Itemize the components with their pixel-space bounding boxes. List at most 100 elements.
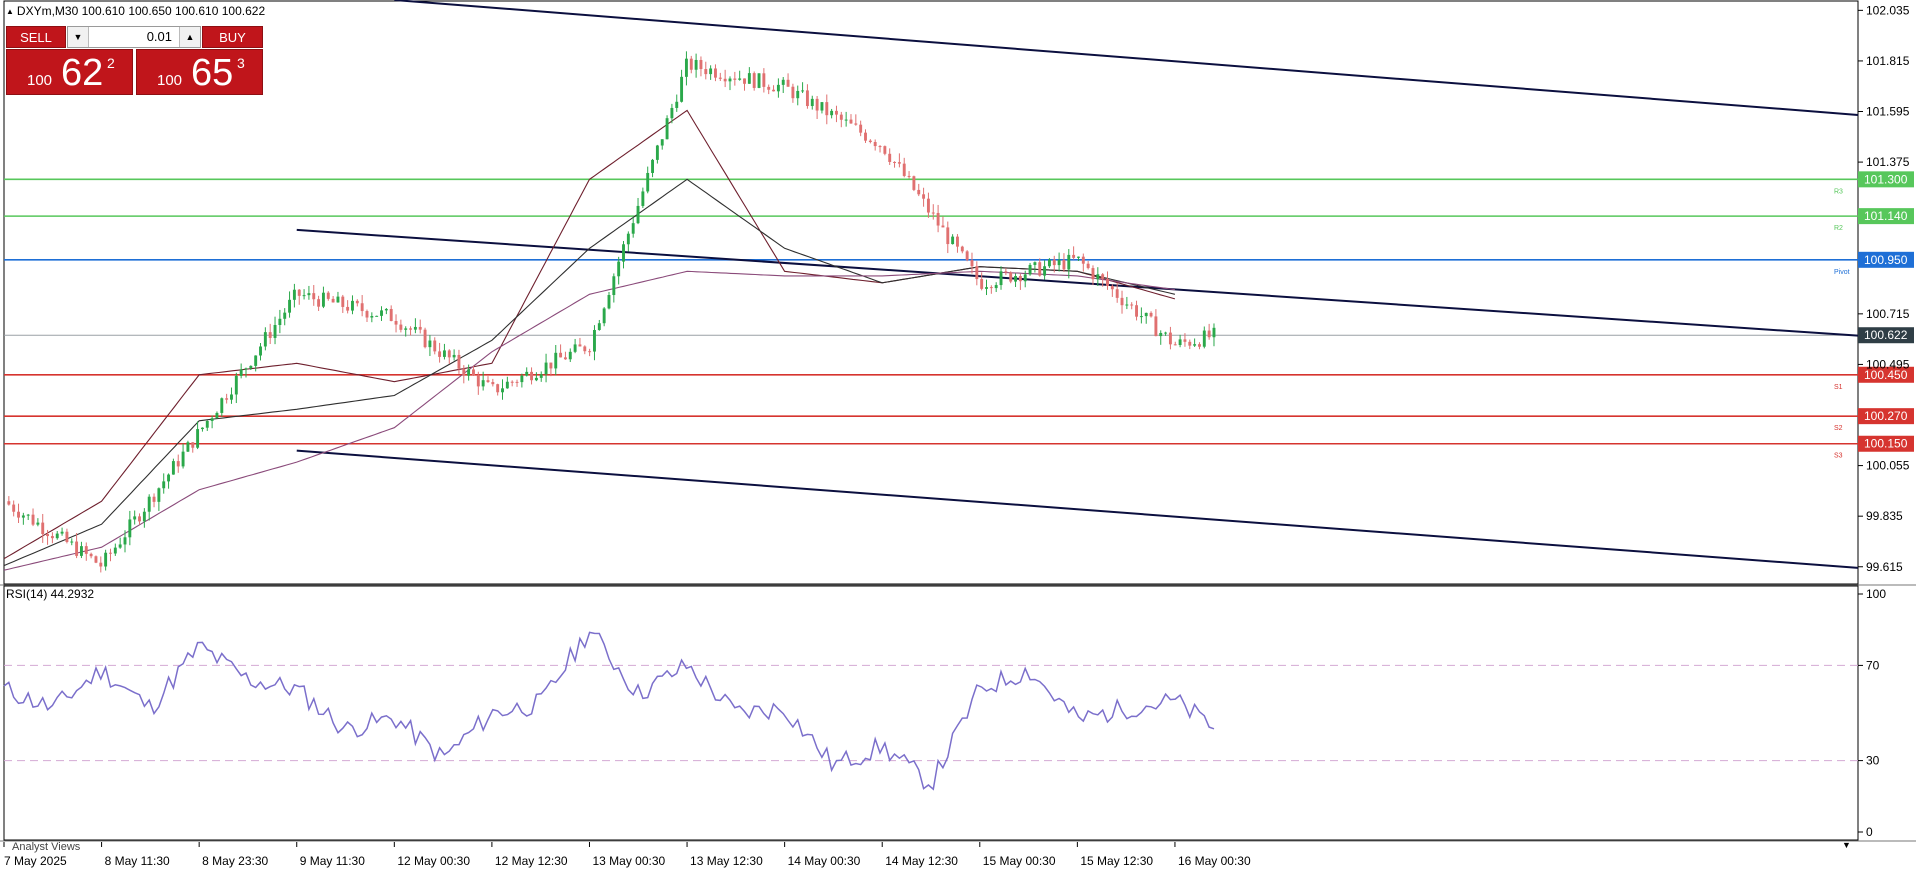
time-tick-label: 9 May 11:30 [300,854,365,868]
candle-body [689,58,693,70]
candle-body [17,511,20,518]
candle-body [864,132,867,141]
candle-body [917,189,921,195]
chart-canvas: R3101.300R2101.140Pivot100.950S1100.450S… [0,0,1916,868]
candle-body [1207,330,1211,338]
candle-body [752,73,756,88]
time-tick-label: 15 May 12:30 [1080,854,1153,868]
candle-body [1183,339,1187,342]
lot-decrease-icon[interactable]: ▼ [68,27,89,47]
candle-body [1130,304,1134,306]
candle-body [79,546,83,556]
buy-button[interactable]: BUY [202,26,263,48]
candle-body [1173,344,1177,346]
candle-body [1125,304,1129,306]
candle-body [815,98,819,111]
candle-body [171,461,175,475]
price-tick-label: 101.595 [1866,105,1910,119]
candle-body [651,159,655,173]
candle-body [1047,259,1051,267]
candle-body [888,153,892,162]
candle-body [1043,266,1047,276]
candle-body [776,84,780,92]
candle-body [655,145,659,160]
candle-body [505,381,509,389]
candle-body [341,296,345,307]
candle-body [1198,344,1201,347]
candle-body [675,101,679,108]
price-tick-label: 100.055 [1866,459,1910,473]
candle-body [1057,259,1061,266]
rsi-tick-label: 100 [1866,587,1886,601]
candle-body [128,519,132,538]
ask-pips: 65 [191,52,234,94]
candle-body [70,541,74,543]
candle-body [331,298,335,303]
candle-body [912,176,916,190]
candle-body [375,315,379,317]
candle-body [1028,264,1032,275]
candle-body [210,418,214,421]
candle-body [200,427,204,430]
candle-body [757,73,761,88]
candle-body [481,380,485,387]
candle-body [583,346,587,352]
candle-body [1144,312,1148,317]
candle-body [631,223,635,234]
candle-body [641,191,645,206]
candle-body [893,161,896,163]
candle-body [268,332,272,338]
candle-body [167,474,171,482]
symbol-line: DXYm,M30 100.610 100.650 100.610 100.622 [16,4,266,18]
candle-body [176,461,180,467]
time-tick-label: 13 May 00:30 [592,854,665,868]
candle-body [1202,330,1206,347]
bid-handle: 100 [27,72,53,89]
candle-body [602,308,606,324]
candle-body [1072,254,1076,258]
price-tick-label: 100.495 [1866,357,1910,371]
candle-body [534,377,538,381]
level-tag-s3: S3 [1834,453,1843,460]
bid-quote[interactable]: 100 62 2 [6,49,133,95]
pivot-levels: R3101.300R2101.140Pivot100.950S1100.450S… [4,171,1914,460]
candle-body [89,553,93,557]
candle-body [283,312,287,319]
lot-size-input[interactable]: 0.01 [90,27,172,47]
price-panel-frame [0,0,1916,842]
sell-button[interactable]: SELL [6,26,66,48]
candle-body [1178,339,1182,346]
candle-body [254,355,258,366]
candle-body [399,324,403,330]
level-tag-pivot: Pivot [1834,269,1850,276]
time-tick-label: 12 May 12:30 [495,854,568,868]
time-tick-label: 14 May 00:30 [788,854,861,868]
candle-body [1096,274,1100,280]
candle-body [423,329,427,348]
candle-body [897,162,901,164]
candle-body [428,340,432,348]
ask-quote[interactable]: 100 65 3 [136,49,263,95]
candle-body [205,420,209,428]
candle-body [786,79,790,87]
candle-body [723,78,727,82]
candle-body [409,328,413,330]
candle-body [902,163,906,176]
collapse-triangle-icon[interactable]: ▲ [6,7,14,16]
candle-body [486,380,490,383]
candle-body [684,58,688,77]
analyst-views-tab[interactable]: Analyst Views [12,841,80,853]
candle-body [593,329,596,352]
candle-body [665,118,669,140]
level-price-r3: 101.300 [1864,172,1908,186]
lot-increase-icon[interactable]: ▲ [179,27,200,47]
price-tick-label: 101.815 [1866,54,1910,68]
candle-body [244,368,248,370]
price-tick-label: 99.835 [1866,509,1903,523]
level-price-s3: 100.150 [1864,437,1908,451]
scroll-arrow-icon: ▼ [1842,840,1851,850]
candle-body [355,300,359,304]
candle-body [544,362,548,375]
candle-body [196,429,200,448]
time-tick-label: 15 May 00:30 [983,854,1056,868]
